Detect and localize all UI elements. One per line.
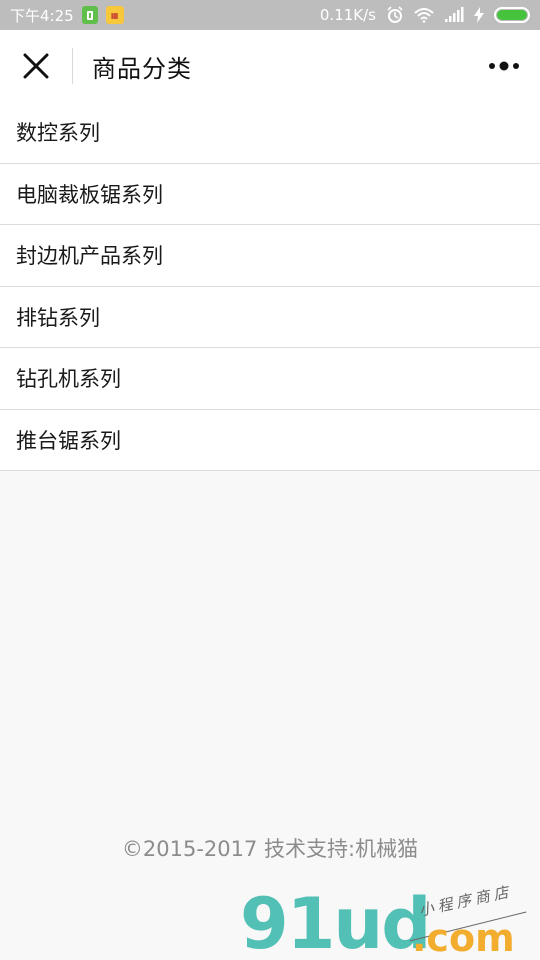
header-divider (72, 48, 73, 84)
page-title: 商品分类 (92, 54, 192, 83)
copyright-footer: ©2015-2017 技术支持:机械猫 (121, 837, 419, 861)
page: 下午4:25 ▦ 0.11K/s 商品分类 数控系列 电脑裁板锯系列 封边机产品… (0, 0, 540, 960)
category-item-sliding-table-saw[interactable]: 推台锯系列 (0, 410, 540, 471)
status-bar-right: 0.11K/s (320, 6, 530, 24)
category-list: 数控系列 电脑裁板锯系列 封边机产品系列 排钻系列 钻孔机系列 推台锯系列 (0, 102, 540, 471)
signal-icon (444, 7, 464, 23)
watermark-tagline: 小程序商店 (417, 882, 514, 920)
status-bar: 下午4:25 ▦ 0.11K/s (0, 0, 540, 30)
watermark-logo: 91ud 小程序商店 .com (240, 880, 540, 960)
app-icon-yellow: ▦ (105, 6, 124, 24)
category-item-label: 数控系列 (16, 121, 100, 146)
category-item-row-drilling[interactable]: 排钻系列 (0, 287, 540, 348)
network-speed: 0.11K/s (319, 6, 376, 24)
close-button[interactable] (0, 30, 72, 102)
app-icon-green (81, 6, 98, 24)
category-item-edge-banding[interactable]: 封边机产品系列 (0, 225, 540, 287)
category-item-drilling-machine[interactable]: 钻孔机系列 (0, 348, 540, 410)
category-item-label: 封边机产品系列 (16, 244, 163, 269)
category-item-cnc[interactable]: 数控系列 (0, 102, 540, 164)
category-item-label: 钻孔机系列 (16, 367, 121, 392)
more-options-button[interactable] (488, 50, 520, 82)
battery-icon (494, 7, 530, 23)
more-options-icon (489, 61, 519, 71)
alarm-icon (386, 6, 404, 24)
category-item-panel-saw[interactable]: 电脑裁板锯系列 (0, 164, 540, 225)
category-item-label: 推台锯系列 (16, 428, 121, 453)
charging-bolt-icon (474, 7, 484, 23)
battery-fill (497, 10, 527, 20)
status-bar-left: 下午4:25 ▦ (10, 5, 124, 26)
category-item-label: 电脑裁板锯系列 (16, 182, 163, 207)
watermark-domain: .com (412, 916, 515, 960)
close-icon (23, 53, 49, 79)
status-time: 下午4:25 (10, 6, 74, 25)
category-item-label: 排钻系列 (16, 305, 100, 330)
header: 商品分类 (0, 30, 540, 102)
wifi-icon (414, 7, 434, 23)
watermark-brand: 91ud (240, 883, 431, 960)
